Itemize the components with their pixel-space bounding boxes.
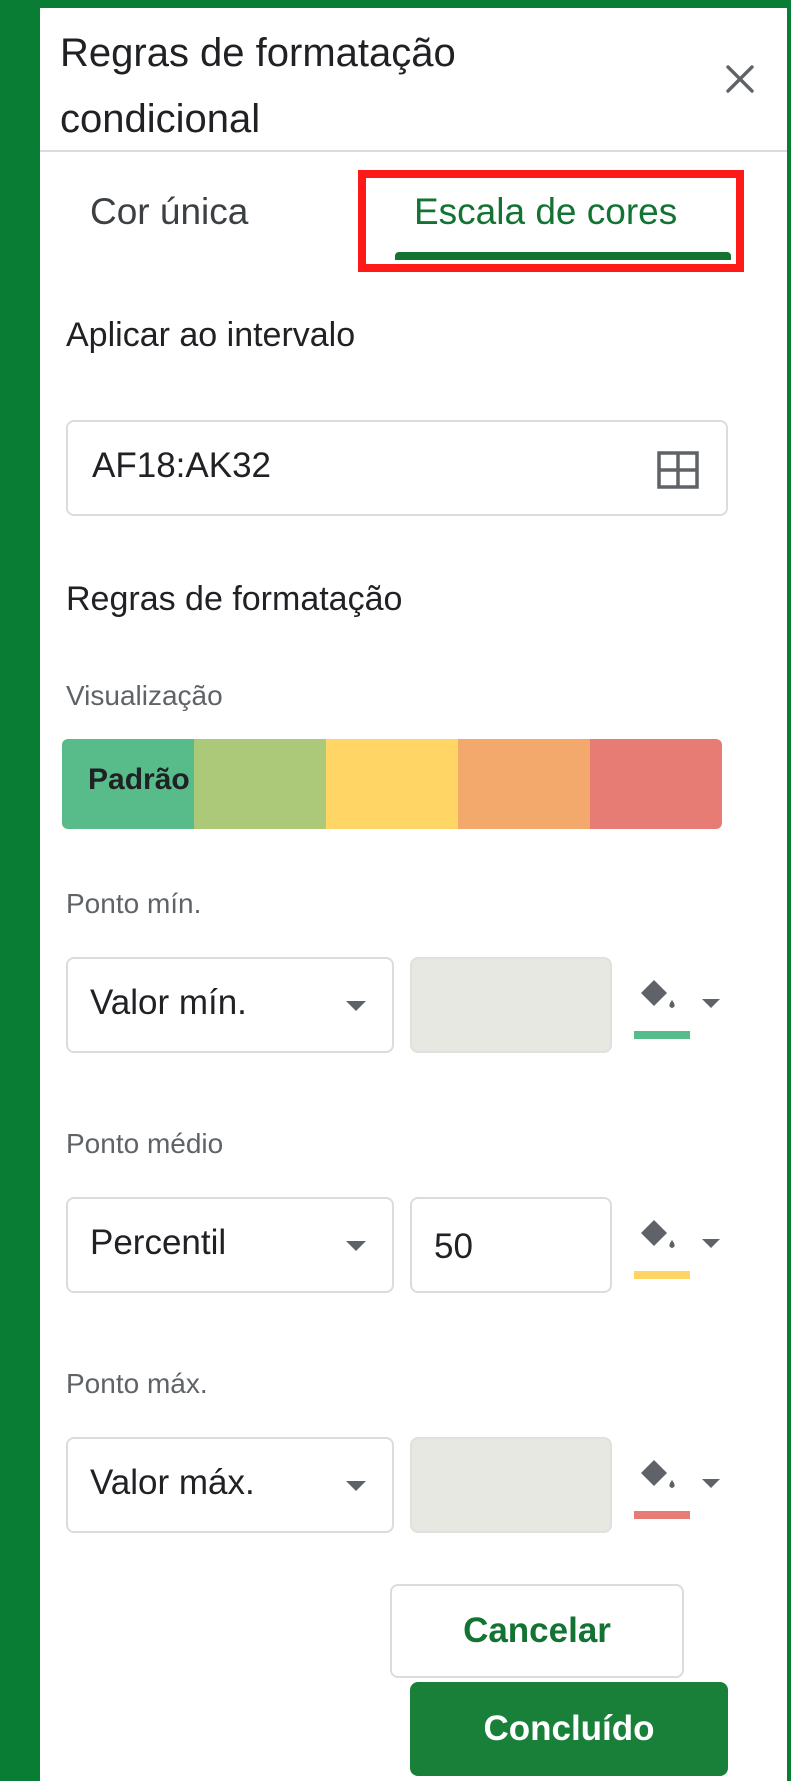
max-point-label: Ponto máx. xyxy=(66,1368,208,1399)
color-scale-preview[interactable]: Padrão xyxy=(62,739,722,829)
panel-title: Regras de formatação condicional xyxy=(60,31,456,141)
fill-bucket-icon xyxy=(641,1460,675,1488)
chevron-down-icon xyxy=(702,999,720,1008)
tab-single-color[interactable]: Cor única xyxy=(90,188,248,236)
close-icon xyxy=(726,65,754,93)
min-color-swatch xyxy=(634,1031,690,1039)
preview-swatch xyxy=(326,739,458,829)
chevron-down-icon xyxy=(702,1239,720,1248)
min-point-color-picker[interactable] xyxy=(630,957,730,1053)
cancel-button[interactable]: Cancelar xyxy=(390,1584,684,1678)
chevron-down-icon xyxy=(346,1481,366,1491)
grid-select-icon[interactable] xyxy=(656,450,700,490)
chevron-down-icon xyxy=(346,1001,366,1011)
mid-point-value-field[interactable] xyxy=(410,1197,612,1293)
panel-header: Regras de formatação condicional xyxy=(40,8,787,152)
max-point-color-picker[interactable] xyxy=(630,1437,730,1533)
mid-point-color-picker[interactable] xyxy=(630,1197,730,1293)
preview-swatch xyxy=(590,739,722,829)
max-point-value-field xyxy=(410,1437,612,1533)
max-point-type-select[interactable]: Valor máx. xyxy=(66,1437,394,1533)
preview-swatch xyxy=(194,739,326,829)
fill-bucket-icon xyxy=(641,980,675,1008)
preview-swatch xyxy=(458,739,590,829)
close-button[interactable] xyxy=(717,56,763,102)
formatting-rules-heading: Regras de formatação xyxy=(66,580,403,618)
done-button[interactable]: Concluído xyxy=(410,1682,728,1776)
highlight-annotation xyxy=(358,170,744,272)
mid-color-swatch xyxy=(634,1271,690,1279)
mid-point-label: Ponto médio xyxy=(66,1128,224,1159)
range-input[interactable] xyxy=(92,446,612,486)
apply-range-heading: Aplicar ao intervalo xyxy=(66,316,356,354)
mid-point-value-input[interactable] xyxy=(434,1227,594,1267)
conditional-format-panel: Regras de formatação condicional Cor úni… xyxy=(40,8,787,1781)
chevron-down-icon xyxy=(346,1241,366,1251)
preview-label: Visualização xyxy=(66,680,223,711)
range-field[interactable] xyxy=(66,420,728,516)
min-point-value-field xyxy=(410,957,612,1053)
max-point-type-value: Valor máx. xyxy=(90,1463,255,1502)
max-color-swatch xyxy=(634,1511,690,1519)
chevron-down-icon xyxy=(702,1479,720,1488)
min-point-label: Ponto mín. xyxy=(66,888,202,919)
preview-text: Padrão xyxy=(88,763,190,796)
mid-point-type-value: Percentil xyxy=(90,1223,227,1262)
min-point-type-value: Valor mín. xyxy=(90,983,247,1022)
fill-bucket-icon xyxy=(641,1220,675,1248)
min-point-type-select[interactable]: Valor mín. xyxy=(66,957,394,1053)
mid-point-type-select[interactable]: Percentil xyxy=(66,1197,394,1293)
